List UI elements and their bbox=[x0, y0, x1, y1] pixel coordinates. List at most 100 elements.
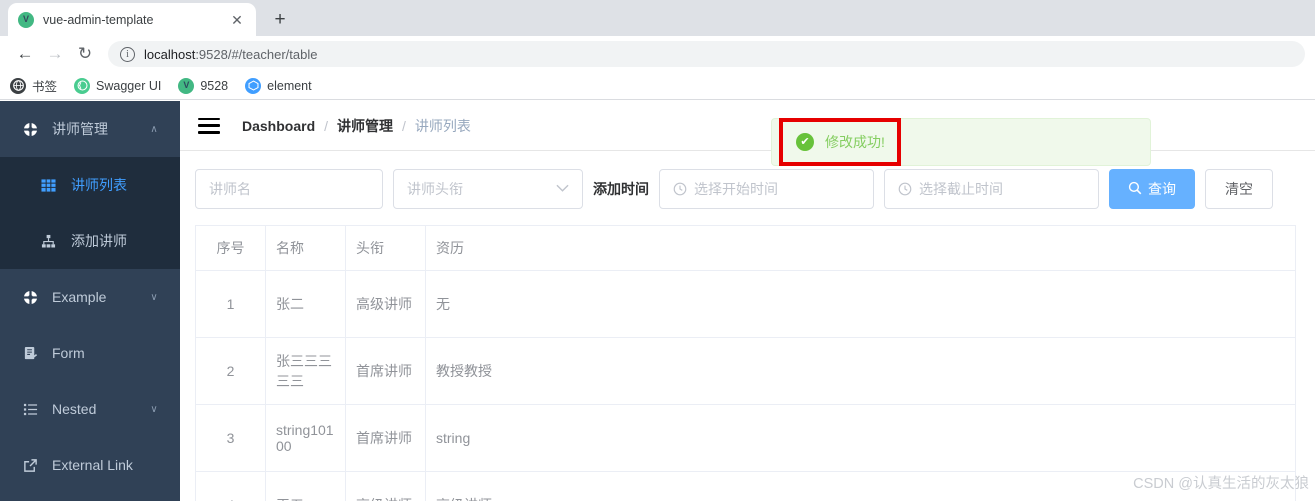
breadcrumb-item-dashboard[interactable]: Dashboard bbox=[242, 118, 315, 134]
cell-resume: string bbox=[425, 404, 1296, 472]
cell-title: 首席讲师 bbox=[345, 337, 426, 405]
table-body: 1 张二 高级讲师 无 2 张三三三三三 首席讲师 教授教授 3 string1… bbox=[195, 270, 1296, 501]
hamburger-icon[interactable] bbox=[198, 117, 220, 134]
browser-window: V vue-admin-template ✕ + ← → ↻ i localho… bbox=[0, 0, 1315, 501]
new-tab-button[interactable]: + bbox=[266, 5, 294, 33]
vue-icon: V bbox=[18, 11, 34, 28]
swagger-icon bbox=[74, 77, 91, 94]
success-toast[interactable]: ✔ 修改成功! bbox=[771, 118, 1151, 166]
toast-message: 修改成功! bbox=[825, 134, 885, 150]
begin-date-input[interactable]: 选择开始时间 bbox=[659, 169, 874, 209]
cell-index: 1 bbox=[195, 270, 266, 338]
cell-name: 张二 bbox=[265, 270, 346, 338]
end-date-placeholder: 选择截止时间 bbox=[919, 181, 1003, 197]
bookmark-item[interactable]: Swagger UI bbox=[74, 77, 162, 94]
sidebar-item-form[interactable]: Form bbox=[0, 325, 180, 381]
vue-icon: V bbox=[178, 77, 195, 94]
bookmark-item[interactable]: element bbox=[245, 77, 312, 94]
form-icon bbox=[20, 346, 40, 361]
begin-date-placeholder: 选择开始时间 bbox=[694, 181, 778, 197]
nested-list-icon bbox=[20, 402, 40, 417]
chevron-down-icon: ∨ bbox=[150, 291, 158, 303]
clock-icon bbox=[673, 182, 687, 196]
clock-icon bbox=[898, 182, 912, 196]
table-row[interactable]: 2 张三三三三三 首席讲师 教授教授 bbox=[195, 337, 1296, 405]
sidebar-item-label: External Link bbox=[52, 457, 133, 473]
chevron-down-icon: ∨ bbox=[150, 403, 158, 415]
site-info-icon[interactable]: i bbox=[120, 46, 135, 62]
breadcrumb: Dashboard / 讲师管理 / 讲师列表 bbox=[242, 116, 471, 136]
clear-button[interactable]: 清空 bbox=[1205, 169, 1273, 209]
cell-resume: 无 bbox=[425, 270, 1296, 338]
table-head: 序号 名称 头衔 资历 bbox=[195, 225, 1296, 271]
clear-button-label: 清空 bbox=[1225, 181, 1253, 197]
breadcrumb-item-teacher-management[interactable]: 讲师管理 bbox=[337, 116, 393, 136]
bookmark-label: Swagger UI bbox=[96, 78, 162, 93]
back-icon[interactable]: ← bbox=[10, 39, 40, 69]
table-row[interactable]: 4 王五 高级讲师 高级讲师 bbox=[195, 471, 1296, 501]
chevron-down-icon bbox=[556, 183, 569, 195]
vue-icon-letter: V bbox=[183, 80, 190, 90]
table-row[interactable]: 1 张二 高级讲师 无 bbox=[195, 270, 1296, 338]
sidebar-item-teacher-management[interactable]: 讲师管理 ∧ bbox=[0, 101, 180, 157]
success-check-icon: ✔ bbox=[796, 133, 814, 151]
column-header-index: 序号 bbox=[195, 225, 266, 271]
add-time-label: 添加时间 bbox=[593, 181, 649, 197]
bookmark-label: 9528 bbox=[200, 78, 229, 93]
sidebar: 讲师管理 ∧ 讲师列表 添加讲师 Example ∨ Form Nested ∨… bbox=[0, 101, 180, 501]
teacher-name-input[interactable]: 讲师名 bbox=[195, 169, 383, 209]
bookmarks-bar: 书签 Swagger UI V 9528 element bbox=[0, 72, 1315, 100]
vue-icon-letter: V bbox=[22, 14, 29, 24]
search-button-label: 查询 bbox=[1148, 181, 1176, 197]
main-content: Dashboard / 讲师管理 / 讲师列表 讲师名 讲师头衔 添加时间 选择… bbox=[180, 101, 1315, 501]
cell-index: 4 bbox=[195, 471, 266, 501]
element-icon bbox=[245, 77, 262, 94]
sidebar-item-label: Example bbox=[52, 289, 107, 305]
search-button[interactable]: 查询 bbox=[1109, 169, 1195, 209]
search-icon bbox=[1128, 181, 1142, 198]
cell-name: string10100 bbox=[265, 404, 346, 472]
application-viewport: 讲师管理 ∧ 讲师列表 添加讲师 Example ∨ Form Nested ∨… bbox=[0, 101, 1315, 501]
end-date-input[interactable]: 选择截止时间 bbox=[884, 169, 1099, 209]
forward-icon[interactable]: → bbox=[40, 39, 70, 69]
column-header-name: 名称 bbox=[265, 225, 346, 271]
table-grid-icon bbox=[38, 178, 58, 193]
address-bar-url: localhost:9528/#/teacher/table bbox=[144, 47, 317, 62]
teacher-title-placeholder: 讲师头衔 bbox=[407, 181, 463, 197]
reload-icon[interactable]: ↻ bbox=[70, 39, 100, 69]
close-icon[interactable]: ✕ bbox=[228, 11, 246, 29]
bookmark-item[interactable]: V 9528 bbox=[178, 77, 229, 94]
sidebar-item-teacher-list[interactable]: 讲师列表 bbox=[0, 157, 180, 213]
table-row[interactable]: 3 string10100 首席讲师 string bbox=[195, 404, 1296, 472]
cell-title: 首席讲师 bbox=[345, 404, 426, 472]
browser-tab[interactable]: V vue-admin-template ✕ bbox=[8, 3, 256, 36]
sidebar-item-add-teacher[interactable]: 添加讲师 bbox=[0, 213, 180, 269]
tree-icon bbox=[38, 234, 58, 249]
address-bar[interactable]: i localhost:9528/#/teacher/table bbox=[108, 41, 1305, 67]
bookmark-item[interactable]: 书签 bbox=[10, 76, 57, 95]
bookmark-label: 书签 bbox=[32, 80, 58, 94]
cell-name: 张三三三三三 bbox=[265, 337, 346, 405]
tab-strip: V vue-admin-template ✕ + bbox=[0, 0, 1315, 36]
sidebar-item-label: 讲师管理 bbox=[52, 121, 108, 137]
watermark: CSDN @认真生活的灰太狼 bbox=[1133, 476, 1309, 492]
cell-title: 高级讲师 bbox=[345, 471, 426, 501]
teacher-name-placeholder: 讲师名 bbox=[209, 181, 251, 197]
cell-title: 高级讲师 bbox=[345, 270, 426, 338]
component-icon bbox=[20, 122, 40, 137]
teacher-table-wrapper: 序号 名称 头衔 资历 1 张二 高级讲师 无 2 张三三三三三 首席讲师 教授… bbox=[180, 225, 1315, 501]
column-header-resume: 资历 bbox=[425, 225, 1296, 271]
cell-index: 3 bbox=[195, 404, 266, 472]
breadcrumb-item-current: 讲师列表 bbox=[414, 117, 471, 134]
breadcrumb-separator: / bbox=[402, 117, 406, 134]
sidebar-item-example[interactable]: Example ∨ bbox=[0, 269, 180, 325]
breadcrumb-separator: / bbox=[324, 117, 329, 134]
bookmark-label: element bbox=[267, 78, 312, 93]
table-header-row: 序号 名称 头衔 资历 bbox=[195, 225, 1296, 271]
sidebar-item-nested[interactable]: Nested ∨ bbox=[0, 381, 180, 437]
url-host: localhost bbox=[144, 46, 196, 62]
sidebar-item-label: Form bbox=[52, 345, 85, 361]
tab-title: vue-admin-template bbox=[43, 12, 154, 27]
teacher-title-select[interactable]: 讲师头衔 bbox=[393, 169, 583, 209]
sidebar-item-external-link[interactable]: External Link bbox=[0, 437, 180, 493]
